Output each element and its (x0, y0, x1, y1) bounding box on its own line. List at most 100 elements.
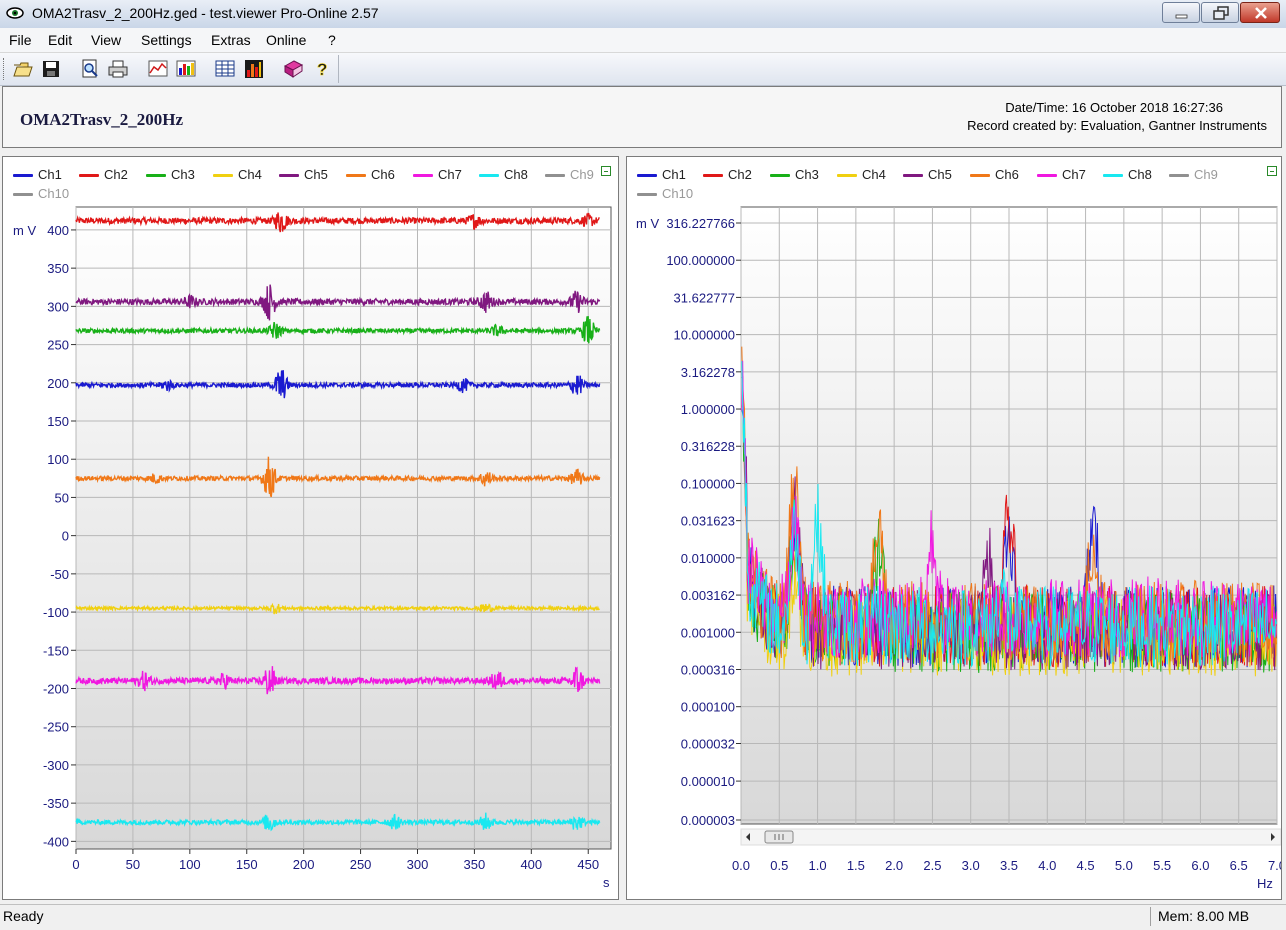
svg-text:?: ? (317, 60, 327, 79)
y-tick-label: 31.622777 (674, 290, 735, 305)
x-tick-label: 7.0 (1268, 858, 1281, 873)
x-axis-label: s (603, 875, 610, 890)
horizontal-scrollbar[interactable] (740, 828, 1281, 846)
y-tick-label: 0.031623 (681, 514, 735, 529)
y-tick-label: 0 (62, 529, 69, 544)
memory-indicator: Mem: 8.00 MB (1150, 907, 1284, 926)
menu-extras[interactable]: Extras (211, 32, 251, 48)
status-bar: Ready Mem: 8.00 MB (0, 904, 1286, 930)
menu-bar: File Edit View Settings Extras Online ? (0, 28, 1286, 53)
toolbar-separator (338, 55, 339, 83)
toolbar: ? (0, 53, 1286, 86)
y-tick-label: 10.000000 (674, 328, 735, 343)
y-tick-label: 100 (47, 452, 69, 467)
y-tick-label: 0.010000 (681, 551, 735, 566)
spectrum-icon[interactable] (243, 58, 265, 80)
restore-icon (1213, 6, 1229, 20)
x-tick-label: 5.5 (1153, 858, 1171, 873)
y-tick-label: 0.001000 (681, 625, 735, 640)
print-icon[interactable] (107, 58, 129, 80)
y-tick-label: 0.000003 (681, 813, 735, 828)
y-tick-label: 3.162278 (681, 365, 735, 380)
minimize-button[interactable] (1162, 2, 1200, 23)
y-tick-label: 1.000000 (681, 402, 735, 417)
y-tick-label: 0.000100 (681, 700, 735, 715)
help-icon[interactable]: ? (311, 58, 333, 80)
book-icon[interactable] (282, 58, 304, 80)
menu-view[interactable]: View (91, 32, 121, 48)
menu-online[interactable]: Online (266, 32, 306, 48)
time-chart[interactable]: 0 50 100 150 200 250 300 350 400 450 400 350 300 250 2… (3, 157, 618, 899)
spectrum-chart[interactable]: 0.0 0.5 1.0 1.5 2.0 2.5 3.0 3.5 4.0 4.5 5.0 5.5 6.0 6… (627, 157, 1281, 899)
record-creator: Record created by: Evaluation, Gantner I… (967, 118, 1267, 133)
x-tick-label: 5.0 (1115, 858, 1133, 873)
y-tick-label: 0.000032 (681, 737, 735, 752)
x-tick-label: 400 (520, 857, 542, 872)
y-tick-label: 350 (47, 261, 69, 276)
record-header: OMA2Trasv_2_200Hz Date/Time: 16 October … (2, 86, 1282, 148)
x-tick-label: 6.0 (1191, 858, 1209, 873)
y-tick-label: 250 (47, 338, 69, 353)
minimize-icon (1175, 14, 1188, 19)
menu-help[interactable]: ? (328, 32, 336, 48)
x-tick-label: 4.5 (1077, 858, 1095, 873)
x-tick-label: 50 (126, 857, 140, 872)
x-tick-label: 100 (179, 857, 201, 872)
y-tick-label: 316.227766 (666, 216, 735, 231)
y-tick-label: 200 (47, 376, 69, 391)
x-tick-label: 3.0 (962, 858, 980, 873)
time-chart-panel[interactable]: Ch1 Ch2 Ch3 Ch4 Ch5 Ch6 Ch7 Ch8 Ch9 Ch10 0 50 100 15… (2, 156, 619, 900)
x-axis-label: Hz (1257, 876, 1273, 891)
record-name: OMA2Trasv_2_200Hz (20, 110, 184, 129)
y-axis-label: m V (636, 216, 659, 231)
menu-edit[interactable]: Edit (48, 32, 72, 48)
y-tick-label: -400 (43, 834, 69, 849)
close-icon (1255, 7, 1267, 19)
y-tick-label: 0.316228 (681, 439, 735, 454)
menu-file[interactable]: File (9, 32, 32, 48)
table-icon[interactable] (214, 58, 236, 80)
y-tick-label: 0.003162 (681, 588, 735, 603)
x-tick-label: 4.0 (1038, 858, 1056, 873)
status-text: Ready (3, 908, 44, 924)
y-tick-label: -50 (50, 567, 69, 582)
x-tick-label: 300 (407, 857, 429, 872)
y-tick-label: 300 (47, 299, 69, 314)
restore-button[interactable] (1201, 2, 1239, 23)
x-tick-label: 1.0 (809, 858, 827, 873)
menu-settings[interactable]: Settings (141, 32, 192, 48)
print-preview-icon[interactable] (79, 58, 101, 80)
save-icon[interactable] (40, 58, 62, 80)
x-tick-label: 3.5 (1000, 858, 1018, 873)
y-tick-label: 0.100000 (681, 476, 735, 491)
y-tick-label: 400 (47, 223, 69, 238)
bar-chart-icon[interactable] (175, 58, 197, 80)
y-tick-label: 50 (55, 490, 69, 505)
x-tick-label: 0.5 (770, 858, 788, 873)
x-tick-label: 1.5 (847, 858, 865, 873)
y-tick-label: -300 (43, 758, 69, 773)
y-tick-label: -200 (43, 682, 69, 697)
x-tick-label: 150 (236, 857, 258, 872)
x-tick-label: 2.5 (923, 858, 941, 873)
y-tick-label: -150 (43, 643, 69, 658)
app-eye-icon (6, 7, 24, 19)
x-tick-label: 0.0 (732, 858, 750, 873)
x-tick-label: 450 (577, 857, 599, 872)
close-button[interactable] (1240, 2, 1280, 23)
x-tick-label: 0 (72, 857, 79, 872)
y-axis-label: m V (13, 223, 36, 238)
x-tick-label: 200 (293, 857, 315, 872)
title-bar: OMA2Trasv_2_200Hz.ged - test.viewer Pro-… (0, 0, 1286, 29)
spectrum-chart-panel[interactable]: Ch1 Ch2 Ch3 Ch4 Ch5 Ch6 Ch7 Ch8 Ch9 Ch10 0.0 0.5 1.… (626, 156, 1282, 900)
window-title: OMA2Trasv_2_200Hz.ged - test.viewer Pro-… (32, 5, 379, 21)
line-chart-icon[interactable] (147, 58, 169, 80)
x-tick-label: 250 (350, 857, 372, 872)
open-icon[interactable] (12, 58, 34, 80)
x-tick-label: 2.0 (885, 858, 903, 873)
x-tick-label: 6.5 (1230, 858, 1248, 873)
y-tick-label: 0.000316 (681, 662, 735, 677)
y-tick-label: -350 (43, 796, 69, 811)
y-tick-label: 150 (47, 414, 69, 429)
toolbar-grip[interactable] (3, 58, 7, 80)
